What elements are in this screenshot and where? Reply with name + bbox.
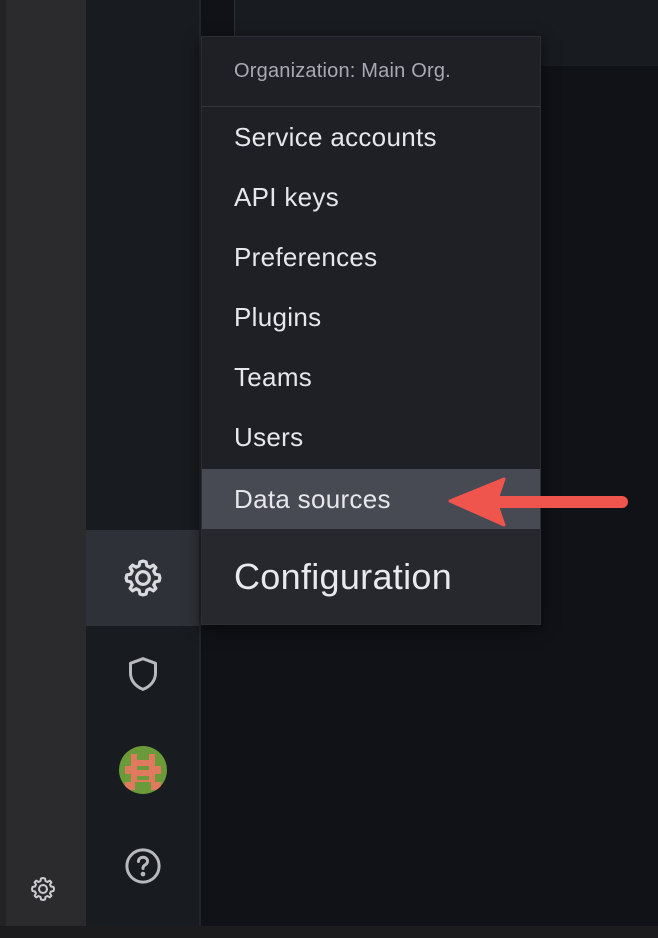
sidebar-nav: [86, 0, 200, 926]
menu-item-service-accounts[interactable]: Service accounts: [202, 107, 540, 167]
shield-icon: [129, 657, 157, 691]
menu-org-header: Organization: Main Org.: [202, 37, 540, 107]
annotation-arrow: [446, 475, 632, 529]
sidebar-item-profile[interactable]: [86, 722, 200, 818]
outer-left-panel: [0, 0, 86, 926]
sidebar-item-help[interactable]: [86, 818, 200, 914]
sidebar-item-configuration[interactable]: [86, 530, 200, 626]
outer-left-edge: [0, 0, 6, 926]
menu-section-title[interactable]: Configuration: [202, 529, 540, 624]
help-icon: [125, 848, 161, 884]
gear-icon: [124, 559, 162, 597]
menu-item-plugins[interactable]: Plugins: [202, 287, 540, 347]
menu-item-users[interactable]: Users: [202, 407, 540, 467]
menu-item-api-keys[interactable]: API keys: [202, 167, 540, 227]
configuration-menu: Organization: Main Org. Service accounts…: [201, 36, 541, 625]
bottom-strip: [0, 926, 658, 938]
avatar: [119, 746, 167, 794]
outer-settings-button[interactable]: [26, 872, 60, 906]
menu-item-preferences[interactable]: Preferences: [202, 227, 540, 287]
menu-item-teams[interactable]: Teams: [202, 347, 540, 407]
gear-icon: [31, 877, 55, 901]
sidebar-item-server-admin[interactable]: [86, 626, 200, 722]
